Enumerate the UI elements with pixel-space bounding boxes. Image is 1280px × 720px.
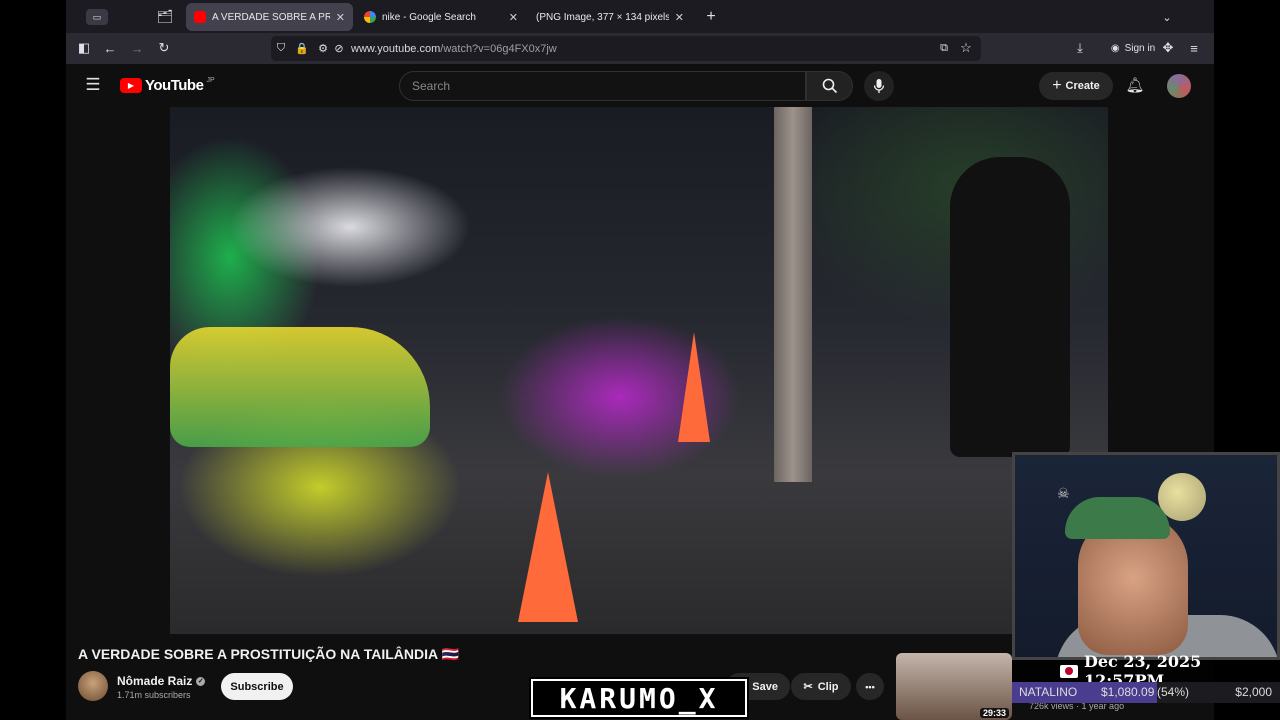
video-title: A VERDADE SOBRE A PROSTITUIÇÃO NA TAILÂN… bbox=[78, 646, 459, 662]
search-placeholder: Search bbox=[412, 79, 451, 93]
plus-icon: + bbox=[1052, 77, 1062, 94]
reload-icon[interactable]: ↻ bbox=[156, 40, 172, 56]
video-frame-cone bbox=[678, 332, 710, 442]
create-label: Create bbox=[1065, 80, 1100, 92]
voice-search-button[interactable] bbox=[864, 71, 894, 101]
video-frame-person bbox=[950, 157, 1070, 457]
screen: ▭ 🗂 A VERDADE SOBRE A PROSTITUIÇÃO ✕ nik… bbox=[0, 0, 1280, 720]
video-frame-pole bbox=[774, 107, 812, 482]
tab-youtube[interactable]: A VERDADE SOBRE A PROSTITUIÇÃO ✕ bbox=[186, 3, 353, 31]
close-tab-icon[interactable]: ✕ bbox=[336, 11, 345, 24]
webcam-cap bbox=[1065, 497, 1170, 539]
channel-name-text: Nômade Raiz bbox=[117, 674, 193, 688]
video-duration: 29:33 bbox=[979, 708, 1009, 718]
search-icon bbox=[822, 78, 837, 94]
navigation-toolbar: ◧ ← → ↻ www.youtube.com/watch?v=06g4FX0x… bbox=[66, 33, 1214, 64]
create-button[interactable]: + Create bbox=[1039, 72, 1113, 100]
url-host: www.youtube.com bbox=[351, 42, 441, 55]
subscribe-button[interactable]: Subscribe bbox=[221, 673, 293, 700]
region-code: JP bbox=[206, 77, 215, 84]
tab-groups-icon[interactable]: 🗂 bbox=[156, 8, 174, 26]
save-label: Save bbox=[752, 680, 778, 693]
goal-current: $1,080.09 bbox=[1101, 685, 1155, 699]
donation-goal-bar: NATALINO $1,080.09 (54%) $2,000 bbox=[1012, 682, 1280, 703]
sidebar-toggle-icon[interactable]: ▭ bbox=[86, 9, 108, 25]
address-bar[interactable]: www.youtube.com/watch?v=06g4FX0x7jw bbox=[271, 36, 981, 61]
scissors-icon: ✂ bbox=[803, 681, 813, 693]
permissions-icon[interactable]: ⚙ bbox=[316, 41, 330, 55]
more-icon: ••• bbox=[865, 681, 875, 692]
tab-google[interactable]: nike - Google Search ✕ bbox=[356, 3, 526, 31]
sidebar-icon[interactable]: ◧ bbox=[76, 40, 92, 56]
goal-percent: (54%) bbox=[1157, 685, 1190, 699]
user-avatar[interactable] bbox=[1167, 74, 1191, 98]
youtube-logo-text: YouTube bbox=[145, 77, 204, 94]
youtube-play-icon: ▶ bbox=[120, 78, 142, 93]
extensions-icon[interactable]: ✥ bbox=[1160, 40, 1176, 56]
new-tab-icon[interactable]: + bbox=[702, 8, 720, 26]
watermark-logo: KARUMO_X bbox=[529, 677, 749, 719]
forward-icon[interactable]: → bbox=[129, 40, 145, 56]
video-frame-taxi bbox=[170, 327, 430, 447]
next-video-thumbnail[interactable]: 29:33 bbox=[896, 653, 1012, 720]
skull-icon: ☠ bbox=[1057, 485, 1070, 501]
more-actions-button[interactable]: ••• bbox=[856, 673, 884, 700]
tab-bar: ▭ 🗂 A VERDADE SOBRE A PROSTITUIÇÃO ✕ nik… bbox=[66, 0, 1214, 33]
video-frame-cone bbox=[518, 472, 578, 622]
close-tab-icon[interactable]: ✕ bbox=[675, 11, 684, 24]
search-input[interactable]: Search bbox=[399, 71, 806, 101]
back-icon[interactable]: ← bbox=[102, 40, 118, 56]
channel-name[interactable]: Nômade Raiz ✓ bbox=[117, 674, 206, 688]
autoplay-blocked-icon[interactable]: ⊘ bbox=[332, 41, 346, 55]
clip-button[interactable]: ✂ Clip bbox=[791, 673, 851, 700]
youtube-header: ☰ ▶ YouTube JP Search + Create 🔔︎ bbox=[66, 64, 1214, 107]
subscriber-count: 1.71m subscribers bbox=[117, 690, 191, 700]
datetime-overlay: Dec 23, 2025 12:57PM bbox=[1012, 652, 1280, 690]
tab-title: (PNG Image, 377 × 134 pixels) bbox=[536, 11, 669, 23]
verified-check-icon: ✓ bbox=[196, 676, 206, 686]
sign-in-button[interactable]: ◉ Sign in bbox=[1100, 39, 1166, 57]
url-path: /watch?v=06g4FX0x7jw bbox=[440, 42, 557, 55]
search-button[interactable] bbox=[806, 71, 853, 101]
tab-title: A VERDADE SOBRE A PROSTITUIÇÃO bbox=[212, 11, 330, 23]
clip-label: Clip bbox=[817, 680, 839, 693]
picture-in-picture-icon[interactable]: ⧉ bbox=[936, 41, 952, 55]
video-player[interactable] bbox=[170, 107, 1108, 634]
downloads-icon[interactable]: ⤓ bbox=[1072, 40, 1088, 56]
close-tab-icon[interactable]: ✕ bbox=[509, 11, 518, 24]
microphone-icon bbox=[873, 79, 885, 93]
youtube-favicon-icon bbox=[194, 11, 206, 23]
japan-flag-icon bbox=[1060, 664, 1078, 678]
channel-avatar[interactable] bbox=[78, 671, 108, 701]
shield-icon[interactable]: ⛉ bbox=[274, 41, 288, 55]
tab-title: nike - Google Search bbox=[382, 11, 476, 23]
streamer-webcam: ☠ bbox=[1012, 452, 1280, 660]
sign-in-label: Sign in bbox=[1124, 42, 1156, 54]
tab-list-chevron-icon[interactable]: ⌄ bbox=[1158, 8, 1176, 26]
notifications-bell-icon[interactable]: 🔔︎ bbox=[1125, 76, 1144, 94]
goal-target: $2,000 bbox=[1235, 685, 1272, 699]
youtube-logo[interactable]: ▶ YouTube JP bbox=[120, 77, 215, 94]
goal-name: NATALINO bbox=[1019, 685, 1078, 699]
menu-icon[interactable]: ≡ bbox=[1186, 40, 1202, 56]
bookmark-star-icon[interactable]: ☆ bbox=[958, 40, 974, 56]
account-icon: ◉ bbox=[1110, 42, 1120, 54]
hamburger-menu-icon[interactable]: ☰ bbox=[84, 75, 102, 94]
google-favicon-icon bbox=[364, 11, 376, 23]
lock-icon[interactable]: 🔒 bbox=[295, 41, 309, 55]
tab-png-image[interactable]: (PNG Image, 377 × 134 pixels) ✕ bbox=[528, 3, 692, 31]
